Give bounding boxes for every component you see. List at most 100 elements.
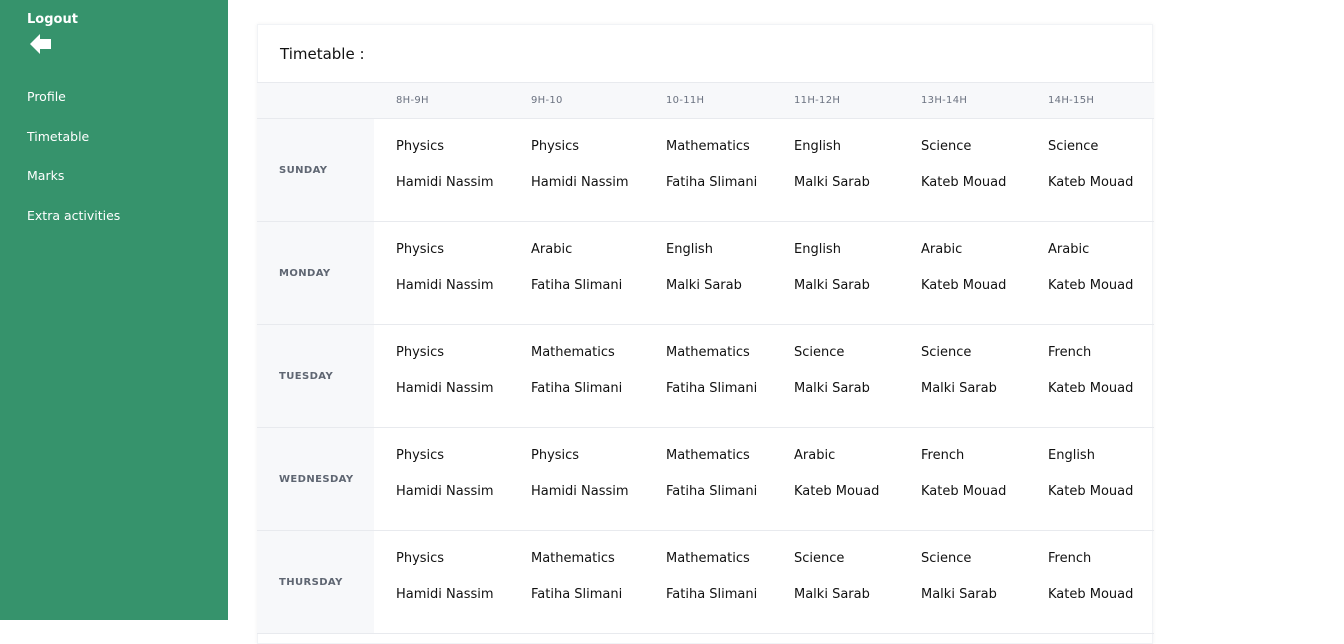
subject-label: Mathematics <box>666 139 750 154</box>
teacher-label: Kateb Mouad <box>794 484 880 499</box>
timetable-cell: Science Kateb Mouad <box>899 119 1026 222</box>
day-label: WEDNESDAY <box>257 427 374 531</box>
subject-label: Science <box>921 551 972 566</box>
header-slot: 9H-10 <box>509 82 644 119</box>
day-label: MONDAY <box>257 221 374 325</box>
timetable-cell: Arabic Fatiha Slimani <box>509 222 644 325</box>
sidebar-item-timetable[interactable]: Timetable <box>27 128 120 168</box>
timetable-cell: Science Malki Sarab <box>899 325 1026 428</box>
subject-label: Physics <box>396 139 445 154</box>
teacher-label: Hamidi Nassim <box>396 587 494 602</box>
timetable-cell: Arabic Kateb Mouad <box>899 222 1026 325</box>
subject-label: Physics <box>396 551 445 566</box>
timetable-cell: Science Malki Sarab <box>772 531 899 634</box>
teacher-label: Fatiha Slimani <box>531 381 623 396</box>
teacher-label: Malki Sarab <box>794 175 870 190</box>
subject-label: Mathematics <box>531 345 615 360</box>
timetable-cell: Science Malki Sarab <box>899 531 1026 634</box>
teacher-label: Hamidi Nassim <box>396 381 494 396</box>
page-title: Timetable : <box>280 45 365 63</box>
subject-label: Arabic <box>921 242 963 257</box>
subject-label: English <box>666 242 713 257</box>
teacher-label: Malki Sarab <box>666 278 742 293</box>
header-slot: 8H-9H <box>374 82 509 119</box>
subject-label: English <box>794 139 841 154</box>
subject-label: Physics <box>531 139 580 154</box>
timetable-cell: English Kateb Mouad <box>1026 428 1154 531</box>
timetable-cell: Mathematics Fatiha Slimani <box>509 531 644 634</box>
teacher-label: Hamidi Nassim <box>531 175 629 190</box>
subject-label: English <box>794 242 841 257</box>
timetable-cell: French Kateb Mouad <box>899 428 1026 531</box>
timetable-cell: Physics Hamidi Nassim <box>374 119 509 222</box>
teacher-label: Malki Sarab <box>921 381 997 396</box>
header-slot: 14H-15H <box>1026 82 1154 119</box>
timetable-card: Timetable : 8H-9H 9H-10 10-11H 11H-12H 1… <box>257 24 1154 644</box>
day-label: TUESDAY <box>257 324 374 428</box>
teacher-label: Malki Sarab <box>794 587 870 602</box>
subject-label: English <box>1048 448 1095 463</box>
subject-label: Science <box>921 345 972 360</box>
subject-label: Arabic <box>794 448 836 463</box>
timetable-cell: Physics Hamidi Nassim <box>374 531 509 634</box>
teacher-label: Malki Sarab <box>794 381 870 396</box>
teacher-label: Malki Sarab <box>921 587 997 602</box>
timetable-cell: Arabic Kateb Mouad <box>1026 222 1154 325</box>
teacher-label: Kateb Mouad <box>921 175 1007 190</box>
timetable-cell: French Kateb Mouad <box>1026 325 1154 428</box>
header-slot: 11H-12H <box>772 82 899 119</box>
header-slot: 10-11H <box>644 82 772 119</box>
timetable-cell: Physics Hamidi Nassim <box>509 119 644 222</box>
timetable-cell: Mathematics Fatiha Slimani <box>644 428 772 531</box>
subject-label: French <box>1048 345 1092 360</box>
timetable-cell: French Kateb Mouad <box>1026 531 1154 634</box>
teacher-label: Fatiha Slimani <box>666 175 758 190</box>
sidebar-item-marks[interactable]: Marks <box>27 167 120 207</box>
arrow-left-icon[interactable] <box>29 33 53 55</box>
header-slot: 13H-14H <box>899 82 1026 119</box>
timetable-cell: Physics Hamidi Nassim <box>509 428 644 531</box>
teacher-label: Kateb Mouad <box>1048 484 1134 499</box>
subject-label: Mathematics <box>531 551 615 566</box>
subject-label: Mathematics <box>666 448 750 463</box>
timetable-cell: Physics Hamidi Nassim <box>374 222 509 325</box>
subject-label: Arabic <box>1048 242 1090 257</box>
sidebar-item-profile[interactable]: Profile <box>27 88 120 128</box>
subject-label: Physics <box>396 345 445 360</box>
timetable-cell: English Malki Sarab <box>644 222 772 325</box>
subject-label: Arabic <box>531 242 573 257</box>
timetable-cell: English Malki Sarab <box>772 119 899 222</box>
subject-label: Mathematics <box>666 551 750 566</box>
table-row: MONDAY Physics Hamidi Nassim Arabic Fatiha S… <box>257 221 1154 325</box>
teacher-label: Kateb Mouad <box>1048 381 1134 396</box>
sidebar-nav: Profile Timetable Marks Extra activities <box>27 88 120 246</box>
header-day <box>257 82 374 119</box>
table-row: SUNDAY Physics Hamidi Nassim Physics Hamidi … <box>257 118 1154 222</box>
timetable-cell: Science Kateb Mouad <box>1026 119 1154 222</box>
timetable-cell: English Malki Sarab <box>772 222 899 325</box>
teacher-label: Kateb Mouad <box>1048 175 1134 190</box>
teacher-label: Fatiha Slimani <box>666 381 758 396</box>
teacher-label: Hamidi Nassim <box>396 175 494 190</box>
timetable-cell: Science Malki Sarab <box>772 325 899 428</box>
subject-label: Science <box>794 345 845 360</box>
table-header-row: 8H-9H 9H-10 10-11H 11H-12H 13H-14H 14H-1… <box>257 82 1154 119</box>
timetable-cell: Physics Hamidi Nassim <box>374 325 509 428</box>
teacher-label: Kateb Mouad <box>921 278 1007 293</box>
timetable-cell: Mathematics Fatiha Slimani <box>509 325 644 428</box>
subject-label: Science <box>921 139 972 154</box>
logout-link[interactable]: Logout <box>27 12 78 27</box>
teacher-label: Hamidi Nassim <box>531 484 629 499</box>
timetable-table: 8H-9H 9H-10 10-11H 11H-12H 13H-14H 14H-1… <box>257 82 1154 634</box>
teacher-label: Hamidi Nassim <box>396 278 494 293</box>
teacher-label: Kateb Mouad <box>1048 278 1134 293</box>
day-label: SUNDAY <box>257 118 374 222</box>
teacher-label: Fatiha Slimani <box>531 587 623 602</box>
teacher-label: Kateb Mouad <box>921 484 1007 499</box>
day-label: THURSDAY <box>257 530 374 634</box>
subject-label: Science <box>1048 139 1099 154</box>
sidebar-item-extra-activities[interactable]: Extra activities <box>27 207 120 247</box>
table-row: THURSDAY Physics Hamidi Nassim Mathematics F… <box>257 530 1154 634</box>
subject-label: Physics <box>396 448 445 463</box>
timetable-cell: Physics Hamidi Nassim <box>374 428 509 531</box>
